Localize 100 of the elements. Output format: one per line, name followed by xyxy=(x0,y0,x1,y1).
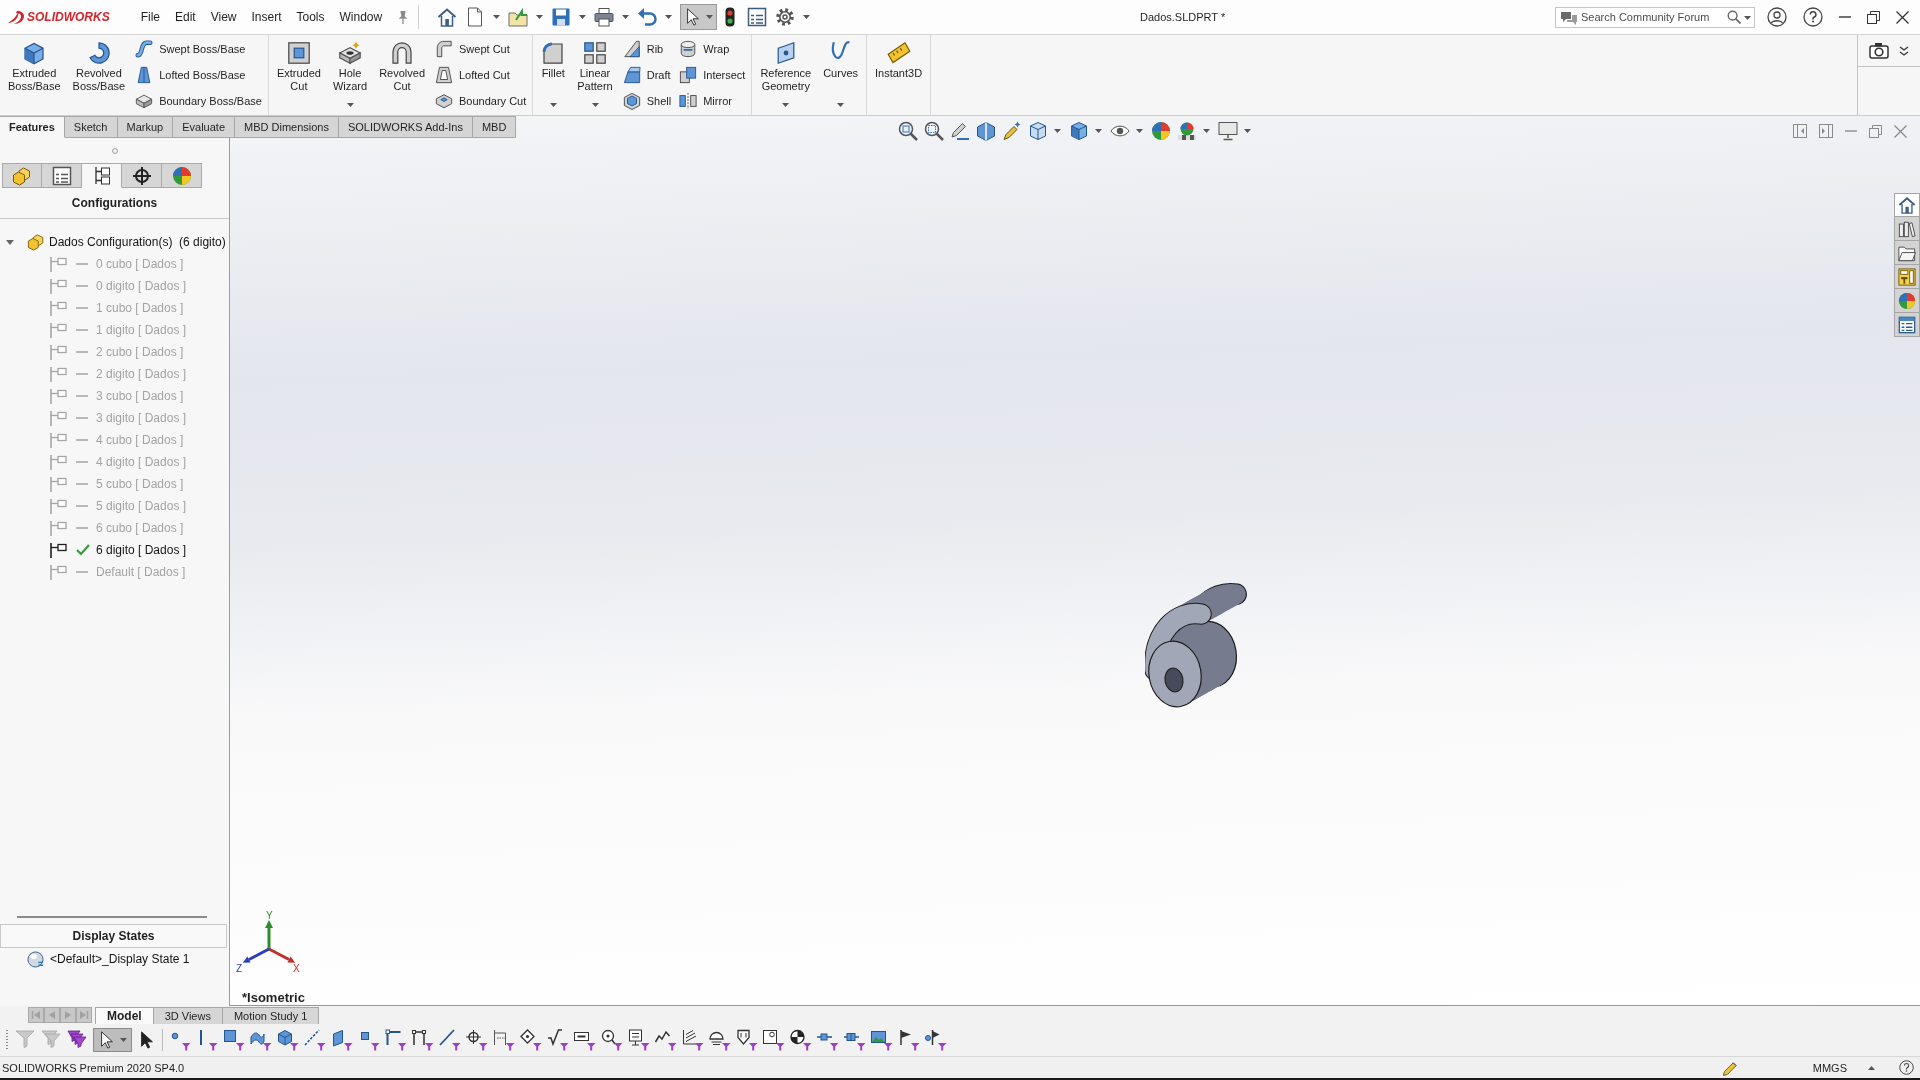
diamond-filter-icon[interactable] xyxy=(520,1029,542,1051)
shaded-box-icon[interactable] xyxy=(1068,121,1089,141)
tree-item[interactable]: <Default>_Display State 1 xyxy=(50,952,190,966)
tab[interactable]: Evaluate xyxy=(173,116,235,138)
zoom-area-icon[interactable] xyxy=(923,121,944,141)
ribbon-button[interactable]: Curves xyxy=(821,35,860,115)
caret-icon[interactable] xyxy=(1202,129,1210,133)
flag-filter-icon[interactable] xyxy=(898,1029,920,1051)
caret-icon[interactable] xyxy=(803,15,811,19)
caret-icon[interactable] xyxy=(6,239,14,245)
menu-item[interactable]: File xyxy=(140,10,160,24)
menu-item[interactable]: View xyxy=(210,10,237,24)
crosshair-filter-icon[interactable] xyxy=(466,1029,488,1051)
settings-icon[interactable] xyxy=(775,7,796,27)
dimension-filter-icon[interactable] xyxy=(493,1029,515,1051)
ribbon-button[interactable]: Linear Pattern xyxy=(575,35,615,115)
task-pane-tab[interactable] xyxy=(1894,265,1920,289)
ribbon-button[interactable]: Swept Boss/Base xyxy=(135,36,262,62)
ribbon-button[interactable]: Lofted Cut xyxy=(435,62,527,88)
dome-filter-icon[interactable] xyxy=(709,1029,731,1051)
ribbon-button[interactable]: Revolved Boss/Base xyxy=(70,35,128,115)
framed-circle-filter-icon[interactable] xyxy=(763,1029,785,1051)
split-cube-icon[interactable] xyxy=(975,121,996,141)
unit-system-selector[interactable]: MMGS xyxy=(1812,1061,1847,1074)
panel-tab[interactable] xyxy=(42,163,82,188)
caret-icon[interactable] xyxy=(1243,129,1251,133)
menu-item[interactable]: Window xyxy=(339,10,383,24)
caret-icon[interactable] xyxy=(1053,129,1061,133)
circle-dot-filter-icon[interactable] xyxy=(601,1029,623,1051)
panel-tab[interactable] xyxy=(122,163,162,188)
pencil-sparkle-icon[interactable] xyxy=(1001,121,1022,141)
dot-flag-filter-icon[interactable] xyxy=(925,1029,947,1051)
close-icon[interactable] xyxy=(1896,10,1909,24)
ribbon-button[interactable]: Mirror xyxy=(679,88,746,114)
caret-icon[interactable] xyxy=(493,15,501,19)
cube-filter-icon[interactable] xyxy=(277,1029,299,1051)
home-icon[interactable] xyxy=(437,7,458,27)
dashed-line-filter-icon[interactable] xyxy=(304,1029,326,1051)
zoom-fit-icon[interactable] xyxy=(897,121,918,141)
task-pane-tab[interactable] xyxy=(1894,313,1920,337)
caret-icon[interactable] xyxy=(1094,129,1102,133)
ribbon-button[interactable]: Hole Wizard xyxy=(330,35,370,115)
select-tool-button[interactable] xyxy=(93,1028,132,1052)
task-pane-tab[interactable] xyxy=(1894,289,1920,313)
diagonal-line-filter-icon[interactable] xyxy=(439,1029,461,1051)
grip-icon[interactable] xyxy=(111,147,118,154)
bracket-filter-icon[interactable] xyxy=(412,1029,434,1051)
undo-icon[interactable] xyxy=(637,7,658,27)
hatch-filter-icon[interactable] xyxy=(682,1029,704,1051)
ribbon-button[interactable]: Fillet xyxy=(539,35,568,115)
shield-filter-icon[interactable] xyxy=(736,1029,758,1051)
help-icon[interactable] xyxy=(1803,7,1823,27)
menu-item[interactable]: Insert xyxy=(251,10,282,24)
quartered-disc-filter-icon[interactable] xyxy=(790,1029,812,1051)
double-chevron-icon[interactable] xyxy=(1899,45,1909,56)
account-icon[interactable] xyxy=(1767,7,1787,27)
task-pane-tab[interactable] xyxy=(1894,217,1920,241)
ribbon-button[interactable]: Extruded Boss/Base xyxy=(6,35,63,115)
tab[interactable]: Sketch xyxy=(64,116,118,138)
left-pane-icon[interactable] xyxy=(1793,124,1807,138)
caret-icon[interactable] xyxy=(1744,15,1751,20)
search-field[interactable]: Search Community Forum xyxy=(1555,6,1755,28)
ribbon-button[interactable]: Reference Geometry xyxy=(758,35,814,115)
restore-icon[interactable] xyxy=(1867,10,1880,24)
tab[interactable]: SOLIDWORKS Add-Ins xyxy=(338,116,473,138)
caret-icon[interactable] xyxy=(1868,1065,1875,1070)
tree-item[interactable]: Dados Configuration(s) (6 digito) xyxy=(49,235,226,249)
monitor-icon[interactable] xyxy=(1217,121,1238,141)
corner-filter-icon[interactable] xyxy=(385,1029,407,1051)
triple-funnel-icon[interactable] xyxy=(67,1030,87,1050)
task-pane-tab[interactable] xyxy=(1894,193,1920,217)
caret-icon[interactable] xyxy=(665,15,673,19)
ribbon-button[interactable]: Extruded Cut xyxy=(274,35,323,115)
camera-icon[interactable] xyxy=(1869,42,1889,59)
ribbon-button[interactable]: Boundary Cut xyxy=(435,88,527,114)
ball-scene-icon[interactable] xyxy=(1176,121,1197,141)
pencil-line-icon[interactable] xyxy=(949,121,970,141)
ribbon-button[interactable]: Wrap xyxy=(679,36,746,62)
caret-icon[interactable] xyxy=(622,15,630,19)
ribbon-button[interactable]: Boundary Boss/Base xyxy=(135,88,262,114)
board-filter-icon[interactable] xyxy=(628,1029,650,1051)
tab[interactable]: MBD xyxy=(472,116,517,138)
printer-icon[interactable] xyxy=(594,7,615,27)
ribbon-button[interactable]: Rib xyxy=(622,36,672,62)
tab[interactable]: Features xyxy=(0,116,65,138)
traffic-light-icon[interactable] xyxy=(725,7,736,27)
ribbon-button[interactable]: Shell xyxy=(622,88,672,114)
folder-icon[interactable] xyxy=(508,7,529,27)
frame-filter-icon[interactable] xyxy=(574,1029,596,1051)
save-icon[interactable] xyxy=(551,7,572,27)
plane-filter-icon[interactable] xyxy=(331,1029,353,1051)
panel-tab[interactable] xyxy=(82,163,122,188)
ribbon-button[interactable]: Lofted Boss/Base xyxy=(135,62,262,88)
color-ball-icon[interactable] xyxy=(1150,121,1171,141)
menu-item[interactable]: Edit xyxy=(175,10,196,24)
caret-icon[interactable] xyxy=(579,15,587,19)
list-document-icon[interactable] xyxy=(747,7,768,27)
pencil-icon[interactable] xyxy=(1721,1059,1738,1076)
help-icon[interactable] xyxy=(1899,1060,1914,1075)
caret-icon[interactable] xyxy=(1135,129,1143,133)
